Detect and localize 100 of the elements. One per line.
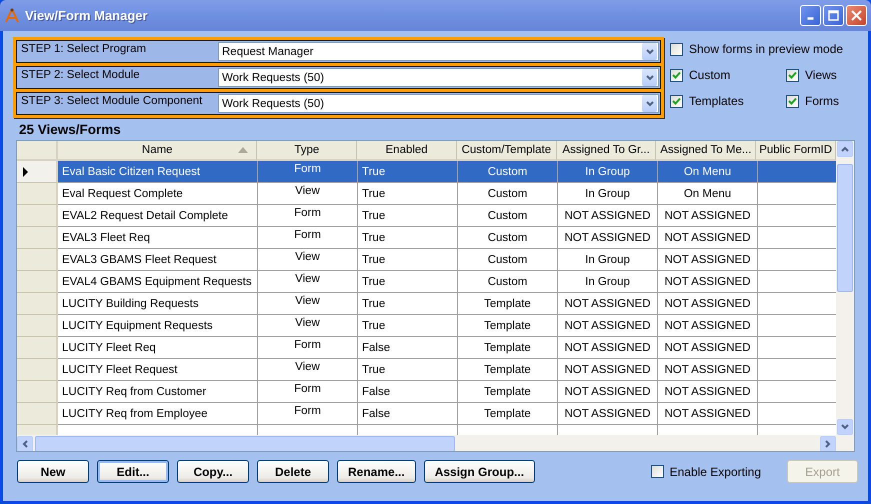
scrollbar-thumb[interactable] — [837, 164, 853, 292]
table-cell: NOT ASSIGNED — [558, 205, 658, 227]
sort-arrow-icon — [238, 147, 248, 153]
table-cell: In Group — [558, 271, 658, 293]
table-cell: NOT ASSIGNED — [658, 293, 758, 315]
table-cell: Custom — [458, 227, 558, 249]
minimize-icon — [807, 17, 814, 20]
close-button[interactable] — [846, 5, 867, 26]
table-cell: EVAL3 Fleet Req — [58, 227, 258, 249]
minimize-button[interactable] — [800, 5, 821, 26]
table-cell: NOT ASSIGNED — [658, 337, 758, 359]
maximize-icon — [827, 9, 840, 22]
table-cell: LUCITY Equipment Requests — [58, 315, 258, 337]
table-cell: NOT ASSIGNED — [658, 249, 758, 271]
table-cell: False — [358, 403, 458, 425]
table-cell: Form — [258, 337, 358, 359]
close-icon — [850, 9, 863, 22]
action-button[interactable]: Delete — [257, 460, 329, 483]
horizontal-scrollbar[interactable] — [17, 435, 854, 451]
checkbox[interactable] — [786, 94, 799, 108]
table-cell: On Menu — [658, 161, 758, 183]
table-cell: LUCITY Req from Customer — [58, 381, 258, 403]
table-cell: NOT ASSIGNED — [558, 381, 658, 403]
table-cell: NOT ASSIGNED — [658, 227, 758, 249]
table-cell: Template — [458, 337, 558, 359]
table-cell: Template — [458, 381, 558, 403]
checkbox[interactable] — [670, 94, 683, 108]
table-cell: View — [258, 183, 358, 205]
action-button[interactable]: Rename... — [337, 460, 416, 483]
scroll-down-button[interactable] — [837, 419, 853, 435]
table-cell: NOT ASSIGNED — [558, 227, 658, 249]
caret-left-icon — [22, 440, 28, 448]
action-button[interactable]: Edit... — [97, 460, 169, 483]
dropdown[interactable]: Work Requests (50) — [218, 94, 659, 113]
table-cell: NOT ASSIGNED — [658, 381, 758, 403]
table-cell: Template — [458, 315, 558, 337]
table-cell: NOT ASSIGNED — [658, 315, 758, 337]
table-cell: NOT ASSIGNED — [558, 293, 658, 315]
table-cell: NOT ASSIGNED — [658, 205, 758, 227]
table-cell: False — [358, 381, 458, 403]
checkbox[interactable] — [670, 68, 683, 82]
checkbox-label: Views — [805, 68, 837, 82]
table-cell: True — [358, 161, 458, 183]
vertical-scrollbar[interactable] — [836, 141, 854, 435]
table-cell: Eval Basic Citizen Request — [58, 161, 258, 183]
checkbox-label: Templates — [689, 94, 744, 108]
step-label: STEP 3: Select Module Component — [20, 94, 204, 109]
action-button[interactable]: Copy... — [177, 460, 249, 483]
scrollbar-thumb[interactable] — [35, 436, 455, 451]
table-cell: Custom — [458, 205, 558, 227]
checkbox[interactable] — [650, 465, 664, 478]
table-cell: EVAL3 GBAMS Fleet Request — [58, 249, 258, 271]
table-cell: LUCITY Req from Employee — [58, 403, 258, 425]
table-cell: View — [258, 249, 358, 271]
action-button[interactable]: Assign Group... — [424, 460, 536, 483]
window-title: View/Form Manager — [25, 8, 149, 23]
current-row-icon — [23, 166, 28, 176]
table-cell: Form — [258, 161, 358, 183]
table-cell: Custom — [458, 271, 558, 293]
step-label: STEP 2: Select Module — [20, 68, 141, 83]
caret-up-icon — [841, 146, 849, 152]
table-cell: LUCITY Building Requests — [58, 293, 258, 315]
table-cell: Form — [258, 403, 358, 425]
table-cell: Template — [458, 293, 558, 315]
table-cell: LUCITY Fleet Request — [58, 359, 258, 381]
table-cell: In Group — [558, 249, 658, 271]
table-cell: NOT ASSIGNED — [658, 359, 758, 381]
table-cell: Custom — [458, 249, 558, 271]
table-cell: NOT ASSIGNED — [658, 403, 758, 425]
row-header[interactable] — [17, 161, 58, 183]
table-cell: NOT ASSIGNED — [658, 271, 758, 293]
dropdown[interactable]: Work Requests (50) — [218, 68, 659, 87]
checkbox[interactable] — [786, 68, 799, 82]
table-cell: Form — [258, 227, 358, 249]
table-cell: True — [358, 293, 458, 315]
table-cell: Template — [458, 403, 558, 425]
table-cell: True — [358, 249, 458, 271]
table-cell: True — [358, 315, 458, 337]
scroll-left-button[interactable] — [17, 436, 33, 451]
table-cell: Custom — [458, 161, 558, 183]
checkbox[interactable] — [670, 42, 683, 56]
table-cell: View — [258, 315, 358, 337]
table-cell: True — [358, 205, 458, 227]
maximize-button[interactable] — [823, 5, 844, 26]
table-cell: Form — [258, 381, 358, 403]
table-cell: Eval Request Complete — [58, 183, 258, 205]
dropdown[interactable]: Request Manager — [218, 42, 659, 61]
checkbox-label: Forms — [805, 94, 839, 108]
table-cell: NOT ASSIGNED — [558, 359, 658, 381]
scroll-up-button[interactable] — [837, 141, 853, 157]
scroll-right-button[interactable] — [820, 436, 836, 451]
action-button[interactable]: New — [17, 460, 89, 483]
table-cell: NOT ASSIGNED — [558, 315, 658, 337]
compass-icon — [4, 8, 20, 24]
checkbox-label: Show forms in preview mode — [689, 42, 844, 56]
table-cell: False — [358, 337, 458, 359]
table-cell: Form — [258, 205, 358, 227]
table-cell: True — [358, 271, 458, 293]
step-label: STEP 1: Select Program — [20, 42, 148, 57]
caret-right-icon — [825, 440, 831, 448]
